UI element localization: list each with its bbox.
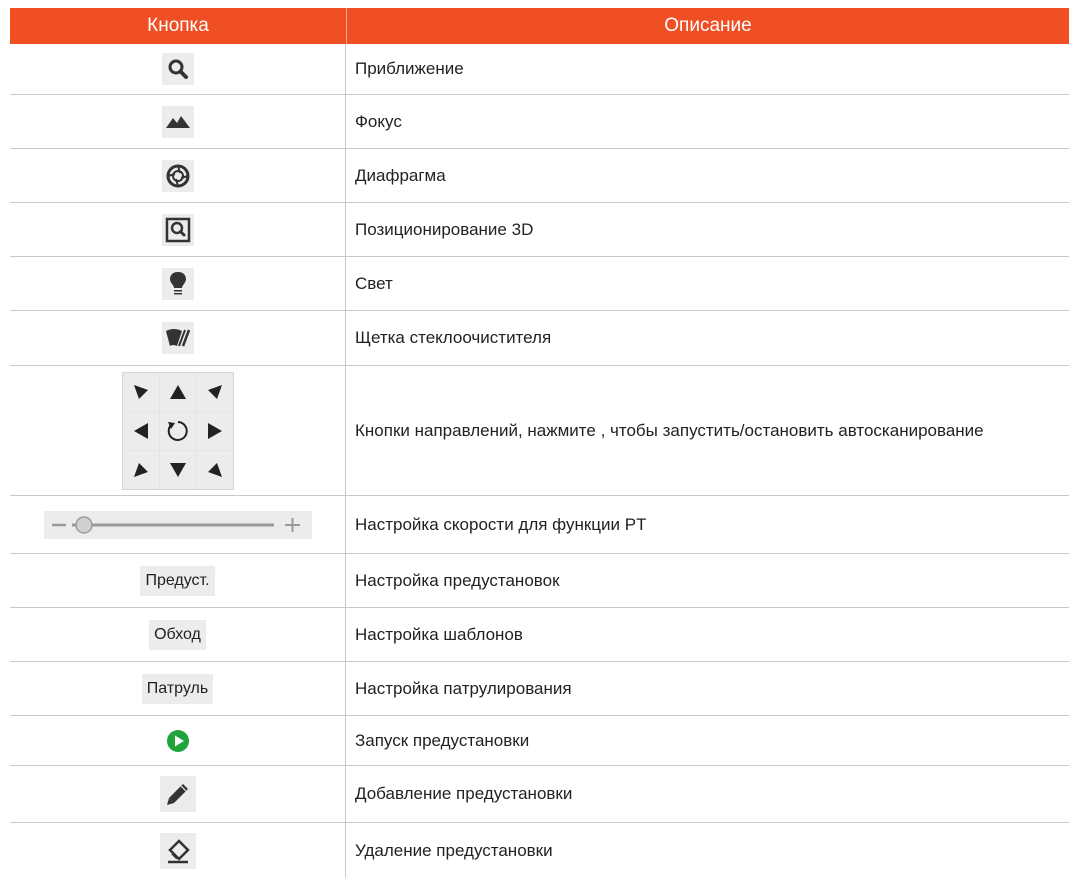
down-right-arrow-icon[interactable] <box>196 450 233 489</box>
iris-icon[interactable] <box>161 159 194 192</box>
table-row: Позиционирование 3D <box>10 203 1069 257</box>
left-arrow-icon[interactable] <box>122 411 159 450</box>
up-arrow-icon[interactable] <box>159 372 196 411</box>
table-header: Кнопка Описание <box>10 8 1069 44</box>
right-arrow-icon[interactable] <box>196 411 233 450</box>
button-description-table: Кнопка Описание Приближение Фокус Диафра… <box>10 8 1069 878</box>
down-left-arrow-icon[interactable] <box>122 450 159 489</box>
row-description: Настройка скорости для функции PT <box>355 514 647 534</box>
row-description: Фокус <box>355 111 402 131</box>
down-arrow-icon[interactable] <box>159 450 196 489</box>
slider-handle <box>74 515 93 534</box>
table-row: Фокус <box>10 95 1069 149</box>
light-bulb-icon[interactable] <box>161 267 194 300</box>
header-description-column: Описание <box>664 15 752 36</box>
speed-slider[interactable] <box>43 510 312 539</box>
row-description: Добавление предустановки <box>355 784 573 803</box>
table-row: Удаление предустановки <box>10 823 1069 878</box>
table-row: Диафрагма <box>10 149 1069 203</box>
table-row: Кнопки направлений, нажмите , чтобы запу… <box>10 366 1069 496</box>
up-left-arrow-icon[interactable] <box>122 372 159 411</box>
pencil-icon[interactable] <box>159 776 196 812</box>
table-row: Патруль Настройка патрулирования <box>10 662 1069 716</box>
row-description: Запуск предустановки <box>355 730 530 750</box>
play-icon[interactable] <box>166 729 190 753</box>
eraser-icon[interactable] <box>159 832 196 869</box>
auto-scan-icon[interactable] <box>159 411 196 450</box>
zoom-icon[interactable] <box>161 53 194 85</box>
table-row: Обход Настройка шаблонов <box>10 608 1069 662</box>
wiper-icon[interactable] <box>161 322 194 354</box>
direction-pad <box>121 371 234 490</box>
table-row: Свет <box>10 257 1069 311</box>
preset-button[interactable]: Предуст. <box>140 565 215 596</box>
row-description: Приближение <box>355 59 464 78</box>
up-right-arrow-icon[interactable] <box>196 372 233 411</box>
row-description: Щетка стеклоочистителя <box>355 328 552 347</box>
table-row: Щетка стеклоочистителя <box>10 311 1069 366</box>
row-description: Настройка шаблонов <box>355 624 523 644</box>
row-description: Настройка предустановок <box>355 570 560 590</box>
table-row: Предуст. Настройка предустановок <box>10 554 1069 608</box>
pattern-button[interactable]: Обход <box>149 619 206 650</box>
table-row: Запуск предустановки <box>10 716 1069 766</box>
focus-icon[interactable] <box>161 105 194 138</box>
row-description: Удаление предустановки <box>355 840 553 860</box>
table-row: Приближение <box>10 44 1069 95</box>
table-row: Настройка скорости для функции PT <box>10 496 1069 554</box>
header-button-column: Кнопка <box>10 8 347 44</box>
3d-positioning-icon[interactable] <box>161 213 194 246</box>
row-description: Кнопки направлений, нажмите , чтобы запу… <box>355 420 984 440</box>
row-description: Позиционирование 3D <box>355 219 534 239</box>
row-description: Диафрагма <box>355 165 446 185</box>
row-description: Свет <box>355 273 393 293</box>
patrol-button[interactable]: Патруль <box>141 673 214 704</box>
row-description: Настройка патрулирования <box>355 678 572 698</box>
table-row: Добавление предустановки <box>10 766 1069 823</box>
